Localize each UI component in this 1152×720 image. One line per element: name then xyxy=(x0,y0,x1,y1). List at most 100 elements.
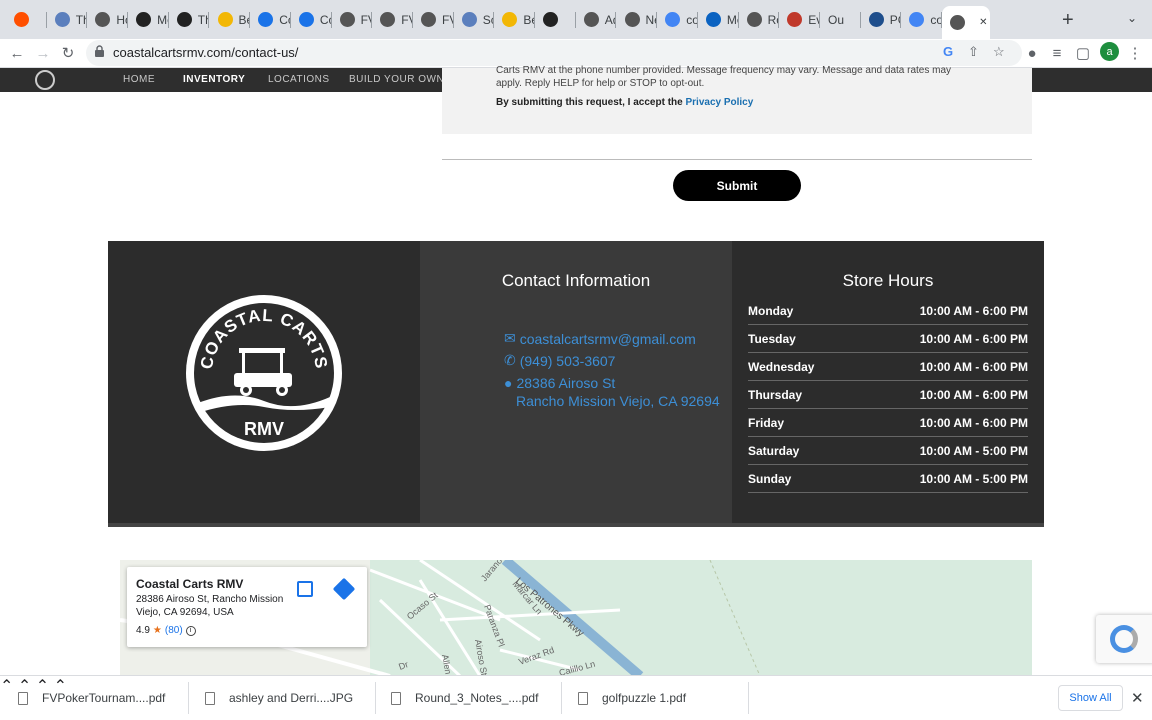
hours-title: Store Hours xyxy=(842,271,934,290)
globe-icon xyxy=(380,12,396,27)
directions-icon[interactable] xyxy=(332,577,356,601)
open-external-icon[interactable] xyxy=(297,581,313,597)
contact-address[interactable]: ● 28386 Airoso St xyxy=(504,375,615,391)
back-icon[interactable]: ← xyxy=(7,43,27,63)
browser-tab[interactable]: Be xyxy=(210,6,251,33)
browser-tab[interactable]: Ou xyxy=(820,6,861,33)
hours-day: Saturday xyxy=(748,443,800,458)
amazon-icon xyxy=(136,12,152,27)
submit-button[interactable]: Submit xyxy=(673,170,801,201)
hours-row: Friday 10:00 AM - 6:00 PM xyxy=(748,409,1028,437)
browser-tab[interactable]: Co xyxy=(250,6,291,33)
new-tab-button[interactable]: + xyxy=(1062,9,1074,32)
side-panel-icon[interactable]: ▢ xyxy=(1073,43,1093,63)
media-icon[interactable]: ≡ xyxy=(1047,43,1067,63)
contact-phone[interactable]: ✆ (949) 503-3607 xyxy=(504,352,615,369)
address-line-1[interactable]: 28386 Airoso St xyxy=(516,375,615,391)
file-icon xyxy=(578,691,588,705)
google-icon xyxy=(665,12,681,27)
browser-tab[interactable] xyxy=(535,6,576,33)
tab-search-icon[interactable]: ⌄ xyxy=(1127,11,1137,25)
browser-tab[interactable]: Ro xyxy=(739,6,780,33)
rating-value: 4.9 xyxy=(136,625,150,636)
info-icon[interactable]: i xyxy=(185,625,196,636)
phone-link[interactable]: (949) 503-3607 xyxy=(520,353,616,369)
address-bar[interactable]: coastalcartsrmv.com/contact-us/ G ⇧ ☆ xyxy=(86,40,1022,66)
download-filename[interactable]: Round_3_Notes_....pdf xyxy=(415,691,538,705)
browser-tab[interactable]: Be xyxy=(494,6,536,33)
globe-icon xyxy=(746,12,762,27)
logo-bottom-text: RMV xyxy=(244,419,284,439)
browser-tab[interactable]: Ev xyxy=(779,6,820,33)
browser-tab[interactable]: Ad xyxy=(576,6,617,33)
email-link[interactable]: coastalcartsrmv@gmail.com xyxy=(520,331,696,347)
zapier-icon xyxy=(14,12,29,27)
nav-item-locations[interactable]: LOCATIONS xyxy=(268,74,330,85)
globe-icon xyxy=(583,12,599,27)
globe-icon xyxy=(421,12,436,27)
profile-avatar[interactable]: a xyxy=(1100,42,1119,61)
privacy-policy-link[interactable]: Privacy Policy xyxy=(685,97,753,108)
share-icon[interactable]: ⇧ xyxy=(968,44,979,60)
download-filename[interactable]: ashley and Derri....JPG xyxy=(229,691,353,705)
c-icon xyxy=(258,12,274,27)
file-icon xyxy=(18,691,28,705)
browser-tab[interactable]: Ne xyxy=(617,6,658,33)
reload-icon[interactable]: ↻ xyxy=(58,43,78,63)
coastal-carts-logo: COASTAL CARTS RMV xyxy=(186,295,342,451)
browser-tab[interactable]: FV xyxy=(372,6,413,33)
pc-icon xyxy=(868,12,884,27)
download-item[interactable]: ashley and Derri....JPG xyxy=(205,676,353,720)
download-item[interactable]: golfpuzzle 1.pdf xyxy=(578,676,686,720)
browser-tab[interactable]: FV xyxy=(413,6,454,33)
url-text[interactable]: coastalcartsrmv.com/contact-us/ xyxy=(113,45,298,60)
menu-icon[interactable]: ⋮ xyxy=(1125,43,1145,63)
forward-icon[interactable]: → xyxy=(33,43,53,63)
browser-tab[interactable]: Sc xyxy=(454,6,495,33)
browser-tab[interactable]: Me xyxy=(128,6,169,33)
address-line-2[interactable]: Rancho Mission Viejo, CA 92694 xyxy=(516,393,720,409)
close-tab-icon[interactable]: ✕ xyxy=(979,17,987,28)
recaptcha-icon xyxy=(1110,625,1138,653)
browser-tab[interactable]: FV xyxy=(332,6,373,33)
tab-active[interactable]: ✕ xyxy=(942,6,991,39)
tab-label: Ou xyxy=(828,12,845,27)
download-item[interactable]: Round_3_Notes_....pdf xyxy=(391,676,538,720)
browser-tab[interactable]: Ho xyxy=(87,6,129,33)
contact-email[interactable]: ✉ coastalcartsrmv@gmail.com xyxy=(504,330,696,347)
place-address: 28386 Airoso St, Rancho Mission Viejo, C… xyxy=(136,594,284,618)
store-hours: Store Hours Monday 10:00 AM - 6:00 PM Tues… xyxy=(732,241,1044,523)
nav-item-inventory[interactable]: INVENTORY xyxy=(183,74,245,85)
browser-tab[interactable]: co xyxy=(901,6,943,33)
phone-icon: ✆ xyxy=(504,352,516,368)
bookmark-star-icon[interactable]: ☆ xyxy=(993,44,1005,60)
chevron-up-icon[interactable]: ⌃ xyxy=(0,678,13,695)
browser-tab[interactable]: Co xyxy=(291,6,332,33)
site-logo-icon[interactable] xyxy=(35,70,55,90)
sheet-icon xyxy=(787,12,803,27)
nav-item-build-your-own[interactable]: BUILD YOUR OWN xyxy=(349,74,444,85)
recaptcha-badge[interactable] xyxy=(1096,615,1152,663)
browser-tab[interactable]: PC xyxy=(861,6,902,33)
nav-item-home[interactable]: HOME xyxy=(123,74,155,85)
reviews-link[interactable]: (80) xyxy=(165,625,183,636)
browser-tab[interactable] xyxy=(6,6,47,33)
download-filename[interactable]: FVPokerTournam....pdf xyxy=(42,691,165,705)
contact-address-2[interactable]: Rancho Mission Viejo, CA 92694 xyxy=(516,393,720,409)
show-all-button[interactable]: Show All xyxy=(1058,685,1123,711)
hours-time: 10:00 AM - 6:00 PM xyxy=(919,359,1028,374)
tab-strip: ThHoMeThBeCoCoFVFVFVScBeAdNecoMeRoEvOuPC… xyxy=(0,0,1152,39)
browser-tab[interactable]: Me xyxy=(698,6,739,33)
close-icon[interactable]: ✕ xyxy=(1131,689,1144,707)
download-item[interactable]: FVPokerTournam....pdf xyxy=(18,676,165,720)
download-filename[interactable]: golfpuzzle 1.pdf xyxy=(602,691,686,705)
browser-tab[interactable]: Th xyxy=(169,6,210,33)
lock-icon xyxy=(95,45,104,57)
browser-tab[interactable]: Th xyxy=(47,6,88,33)
outlook-icon xyxy=(705,12,721,27)
hours-day: Friday xyxy=(748,415,785,430)
browser-tab[interactable]: co xyxy=(657,6,698,33)
hours-row: Monday 10:00 AM - 6:00 PM xyxy=(748,297,1028,325)
google-lens-icon[interactable]: G xyxy=(943,44,953,59)
extensions-icon[interactable]: ● xyxy=(1022,43,1042,63)
